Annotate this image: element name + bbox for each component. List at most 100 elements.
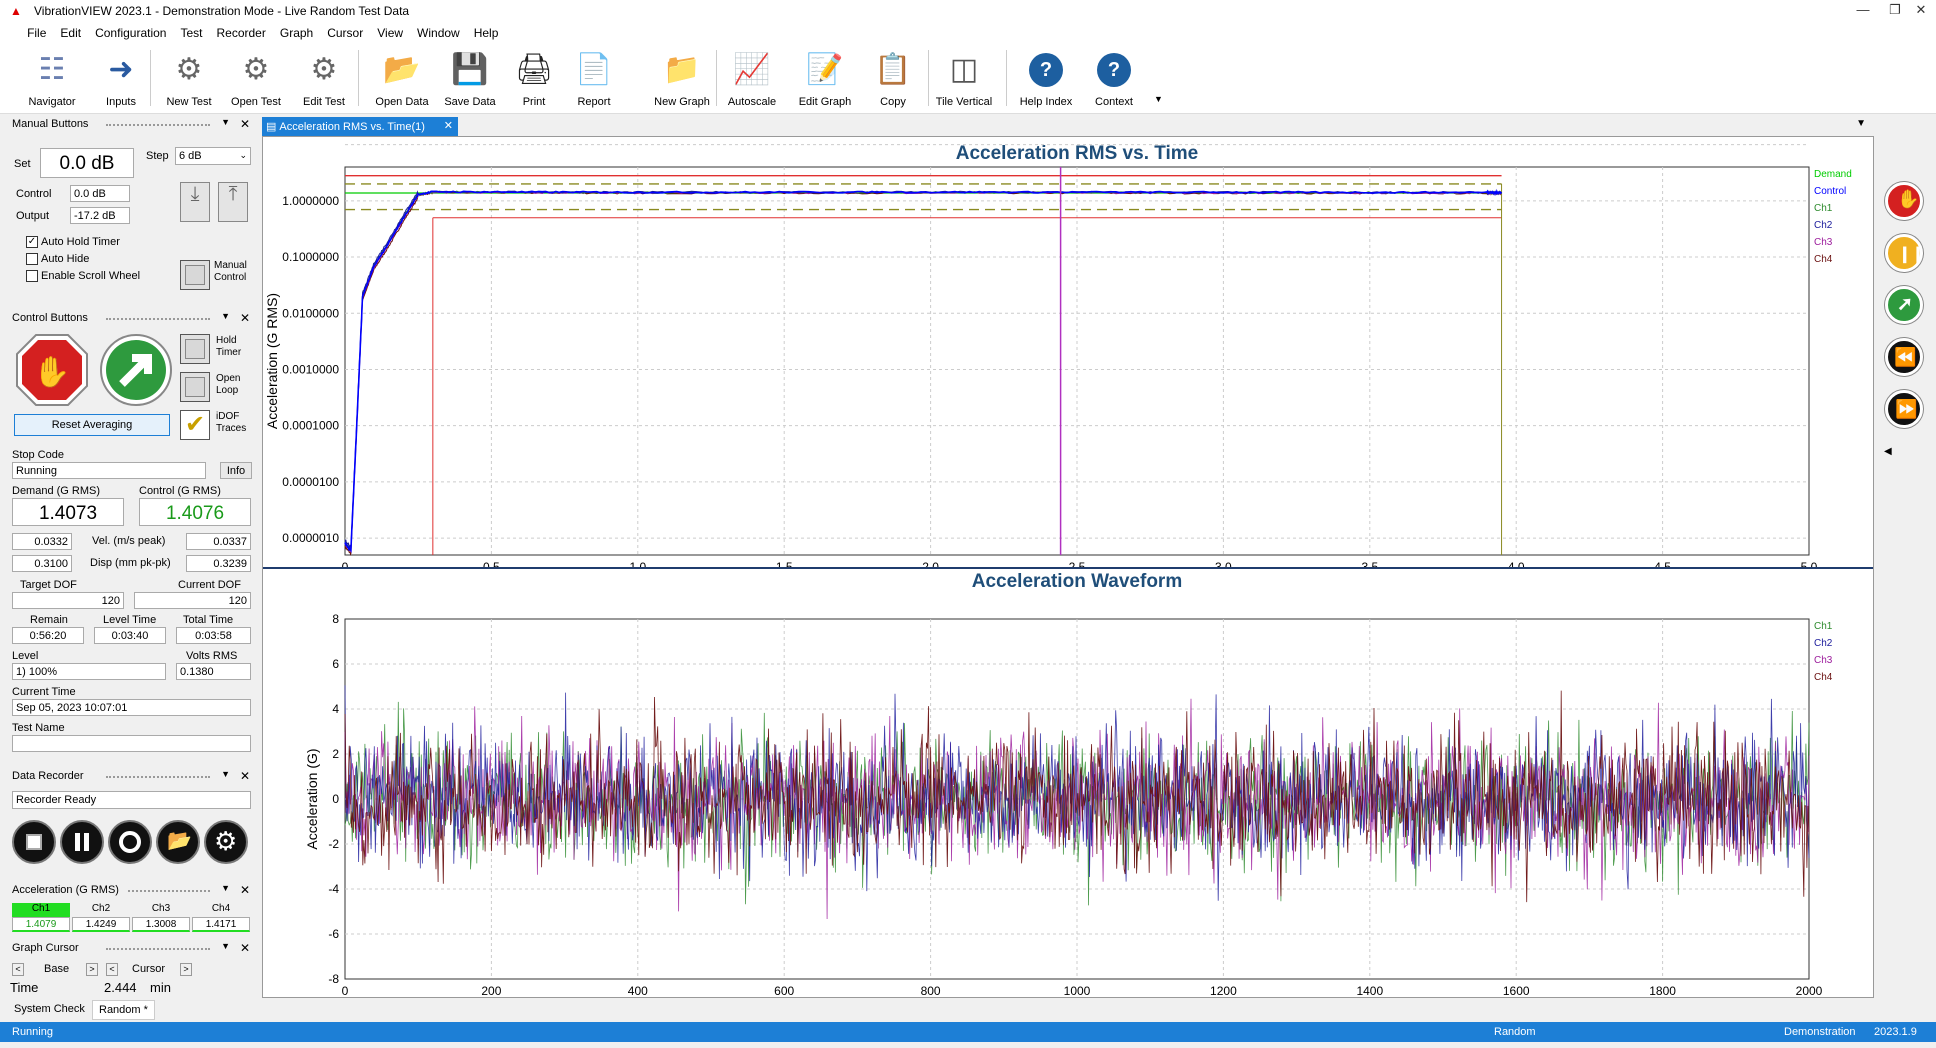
graph-cursor-header[interactable]: Graph Cursor ▼ ✕ xyxy=(8,940,254,958)
close-icon[interactable]: ✕ xyxy=(240,769,250,783)
tab-list-dropdown-icon[interactable]: ▼ xyxy=(1856,118,1866,129)
x-tick-label: 0 xyxy=(342,560,349,567)
recorder-settings-button[interactable]: ⚙ xyxy=(204,820,248,864)
menu-file[interactable]: File xyxy=(20,22,53,44)
step-value: 6 dB xyxy=(179,150,202,162)
print-button[interactable]: 🖨 Print xyxy=(506,46,562,112)
base-prev-button[interactable]: < xyxy=(12,963,24,976)
base-next-button[interactable]: > xyxy=(86,963,98,976)
menu-test[interactable]: Test xyxy=(173,22,209,44)
tab-acceleration-rms[interactable]: ▤ Acceleration RMS vs. Time(1) ✕ xyxy=(262,117,458,136)
run-test-button[interactable]: ➚ xyxy=(1885,286,1923,324)
tile-vertical-button[interactable]: ◫ Tile Vertical xyxy=(932,46,996,112)
cursor-next-button[interactable]: > xyxy=(180,963,192,976)
chevron-down-icon[interactable]: ▼ xyxy=(221,311,230,321)
record-icon xyxy=(119,831,141,853)
chevron-down-icon[interactable]: ▼ xyxy=(221,883,230,893)
open-loop-button[interactable] xyxy=(180,372,210,402)
hold-timer-button[interactable] xyxy=(180,334,210,364)
control-buttons-header[interactable]: Control Buttons ▼ ✕ xyxy=(8,310,254,328)
navigator-button[interactable]: ☷ Navigator xyxy=(22,46,82,112)
graph-panel: Acceleration RMS vs. Time 0 0.5 1.0 1.5 2.0 2.… xyxy=(262,136,1874,998)
data-recorder-header[interactable]: Data Recorder ▼ ✕ xyxy=(8,768,254,786)
menu-recorder[interactable]: Recorder xyxy=(210,22,273,44)
auto-hide-checkbox[interactable] xyxy=(26,253,38,265)
recorder-stop-button[interactable] xyxy=(12,820,56,864)
menu-window[interactable]: Window xyxy=(410,22,467,44)
new-graph-button[interactable]: 📁 New Graph xyxy=(650,46,714,112)
stop-button[interactable]: ✋ xyxy=(14,332,90,408)
step-down-button[interactable]: ⤓ xyxy=(180,182,210,222)
close-icon[interactable]: ✕ xyxy=(240,117,250,131)
stop-test-button[interactable]: ✋ xyxy=(1885,182,1923,220)
open-data-button[interactable]: 📂 Open Data xyxy=(370,46,434,112)
x-tick-label: 1.0 xyxy=(629,560,646,567)
toolbar-label: Edit Graph xyxy=(798,96,852,108)
close-icon[interactable]: ✕ xyxy=(240,883,250,897)
menu-edit[interactable]: Edit xyxy=(53,22,88,44)
toolbar-separator xyxy=(358,50,359,106)
close-icon[interactable]: ✕ xyxy=(240,941,250,955)
auto-hold-checkbox[interactable]: ✓ xyxy=(26,236,38,248)
chevron-down-icon[interactable]: ▼ xyxy=(221,941,230,951)
menu-help[interactable]: Help xyxy=(467,22,506,44)
toolbar-label: New Graph xyxy=(654,96,710,108)
close-icon[interactable]: ✕ xyxy=(240,311,250,325)
tab-random[interactable]: Random * xyxy=(92,1000,155,1020)
collapse-left-icon[interactable]: ◀ xyxy=(1884,446,1892,457)
floppy-disk-icon: 💾 xyxy=(451,53,489,86)
open-test-button[interactable]: ⚙ Open Test xyxy=(226,46,286,112)
reset-averaging-button[interactable]: Reset Averaging xyxy=(14,414,170,436)
left-panel: Manual Buttons ▼ ✕ Set 0.0 dB Step 6 dB ⌄ C… xyxy=(8,114,254,1014)
recorder-record-button[interactable] xyxy=(108,820,152,864)
manual-buttons-header[interactable]: Manual Buttons ▼ ✕ xyxy=(8,116,254,134)
menu-graph[interactable]: Graph xyxy=(273,22,320,44)
step-select[interactable]: 6 dB ⌄ xyxy=(175,147,251,165)
edit-test-button[interactable]: ⚙ Edit Test xyxy=(294,46,354,112)
app-logo-icon: ▲ xyxy=(10,4,22,18)
rms-vs-time-chart[interactable]: Acceleration RMS vs. Time 0 0.5 1.0 1.5 2.0 2.… xyxy=(263,137,1873,567)
x-tick-label: 1.5 xyxy=(776,560,793,567)
manual-control-button[interactable] xyxy=(180,260,210,290)
waveform-chart[interactable]: Acceleration Waveform 0 200 400 600 800 1000 12… xyxy=(263,569,1873,997)
recorder-open-button[interactable]: 📂 xyxy=(156,820,200,864)
help-index-button[interactable]: ? Help Index xyxy=(1014,46,1078,112)
edit-graph-button[interactable]: 📝 Edit Graph xyxy=(790,46,860,112)
close-tab-icon[interactable]: ✕ xyxy=(444,119,453,132)
acceleration-header[interactable]: Acceleration (G RMS) ▼ ✕ xyxy=(8,882,254,900)
inputs-button[interactable]: ➜ Inputs xyxy=(92,46,150,112)
context-button[interactable]: ? Context xyxy=(1086,46,1142,112)
step-up-button[interactable]: ⤒ xyxy=(218,182,248,222)
menu-configuration[interactable]: Configuration xyxy=(88,22,173,44)
fast-forward-button[interactable]: ⏩ xyxy=(1885,390,1923,428)
menu-view[interactable]: View xyxy=(370,22,410,44)
autoscale-icon: 📈 xyxy=(733,53,771,86)
y-tick-label: 0.0000010 xyxy=(282,531,339,545)
minimize-icon[interactable]: — xyxy=(1848,2,1878,20)
toolbar-more-icon[interactable]: ▼ xyxy=(1154,94,1163,104)
control-grms-label: Control (G RMS) xyxy=(139,485,221,497)
idof-traces-checkbox[interactable]: ✔ xyxy=(180,410,210,440)
legend-item: Ch1 xyxy=(1814,203,1833,214)
toolbar-label: Open Data xyxy=(375,96,429,108)
vel-b-value: 0.0337 xyxy=(186,533,251,550)
cursor-prev-button[interactable]: < xyxy=(106,963,118,976)
autoscale-button[interactable]: 📈 Autoscale xyxy=(722,46,782,112)
scroll-wheel-checkbox[interactable] xyxy=(26,270,38,282)
set-value[interactable]: 0.0 dB xyxy=(40,148,134,178)
section-title: Graph Cursor xyxy=(12,942,79,954)
chevron-down-icon[interactable]: ▼ xyxy=(221,117,230,127)
rewind-button[interactable]: ⏪ xyxy=(1885,338,1923,376)
close-icon[interactable]: ✕ xyxy=(1906,2,1936,20)
start-button[interactable] xyxy=(98,332,174,408)
copy-button[interactable]: 📋 Copy xyxy=(864,46,922,112)
recorder-pause-button[interactable] xyxy=(60,820,104,864)
menu-cursor[interactable]: Cursor xyxy=(320,22,370,44)
pause-test-button[interactable]: ❙❙ xyxy=(1885,234,1925,272)
new-test-button[interactable]: ⚙ New Test xyxy=(160,46,218,112)
tab-system-check[interactable]: System Check xyxy=(8,1000,91,1020)
info-button[interactable]: Info xyxy=(220,462,252,479)
save-data-button[interactable]: 💾 Save Data xyxy=(438,46,502,112)
report-button[interactable]: 📄 Report xyxy=(566,46,622,112)
chevron-down-icon[interactable]: ▼ xyxy=(221,769,230,779)
